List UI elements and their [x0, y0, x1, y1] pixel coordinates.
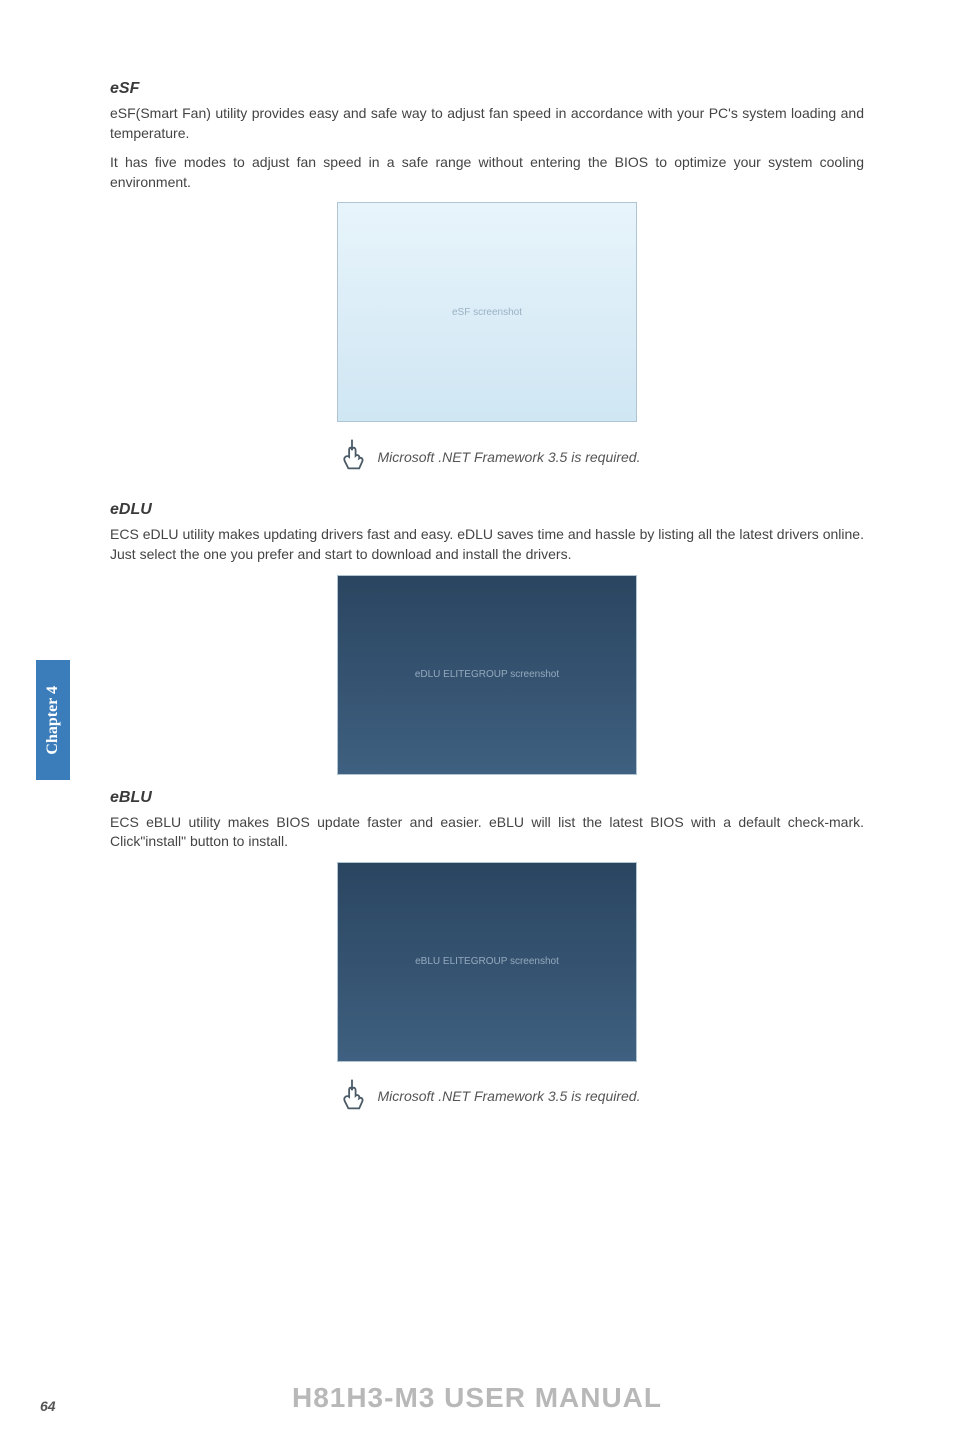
esf-screenshot-label: eSF screenshot — [452, 307, 522, 318]
edlu-heading: eDLU — [110, 501, 864, 519]
eblu-note-row: Microsoft .NET Framework 3.5 is required… — [110, 1076, 864, 1117]
esf-heading: eSF — [110, 80, 864, 98]
edlu-paragraph-1: ECS eDLU utility makes updating drivers … — [110, 525, 864, 564]
esf-paragraph-2: It has five modes to adjust fan speed in… — [110, 153, 864, 192]
edlu-screenshot: eDLU ELITEGROUP screenshot — [337, 575, 637, 775]
esf-paragraph-1: eSF(Smart Fan) utility provides easy and… — [110, 104, 864, 143]
eblu-screenshot-label: eBLU ELITEGROUP screenshot — [415, 956, 559, 967]
footer-band: H81H3-M3 USER MANUAL — [0, 1382, 954, 1414]
footer-title: H81H3-M3 USER MANUAL — [0, 1382, 954, 1414]
pointing-hand-icon — [334, 1076, 370, 1117]
page-content: eSF eSF(Smart Fan) utility provides easy… — [0, 0, 954, 1432]
edlu-screenshot-label: eDLU ELITEGROUP screenshot — [415, 669, 559, 680]
esf-note-text: Microsoft .NET Framework 3.5 is required… — [378, 449, 641, 465]
eblu-paragraph-1: ECS eBLU utility makes BIOS update faste… — [110, 813, 864, 852]
pointing-hand-icon — [334, 436, 370, 477]
eblu-heading: eBLU — [110, 789, 864, 807]
esf-screenshot: eSF screenshot — [337, 202, 637, 422]
eblu-screenshot: eBLU ELITEGROUP screenshot — [337, 862, 637, 1062]
esf-note-row: Microsoft .NET Framework 3.5 is required… — [110, 436, 864, 477]
eblu-note-text: Microsoft .NET Framework 3.5 is required… — [378, 1088, 641, 1104]
page-number: 64 — [40, 1398, 56, 1414]
